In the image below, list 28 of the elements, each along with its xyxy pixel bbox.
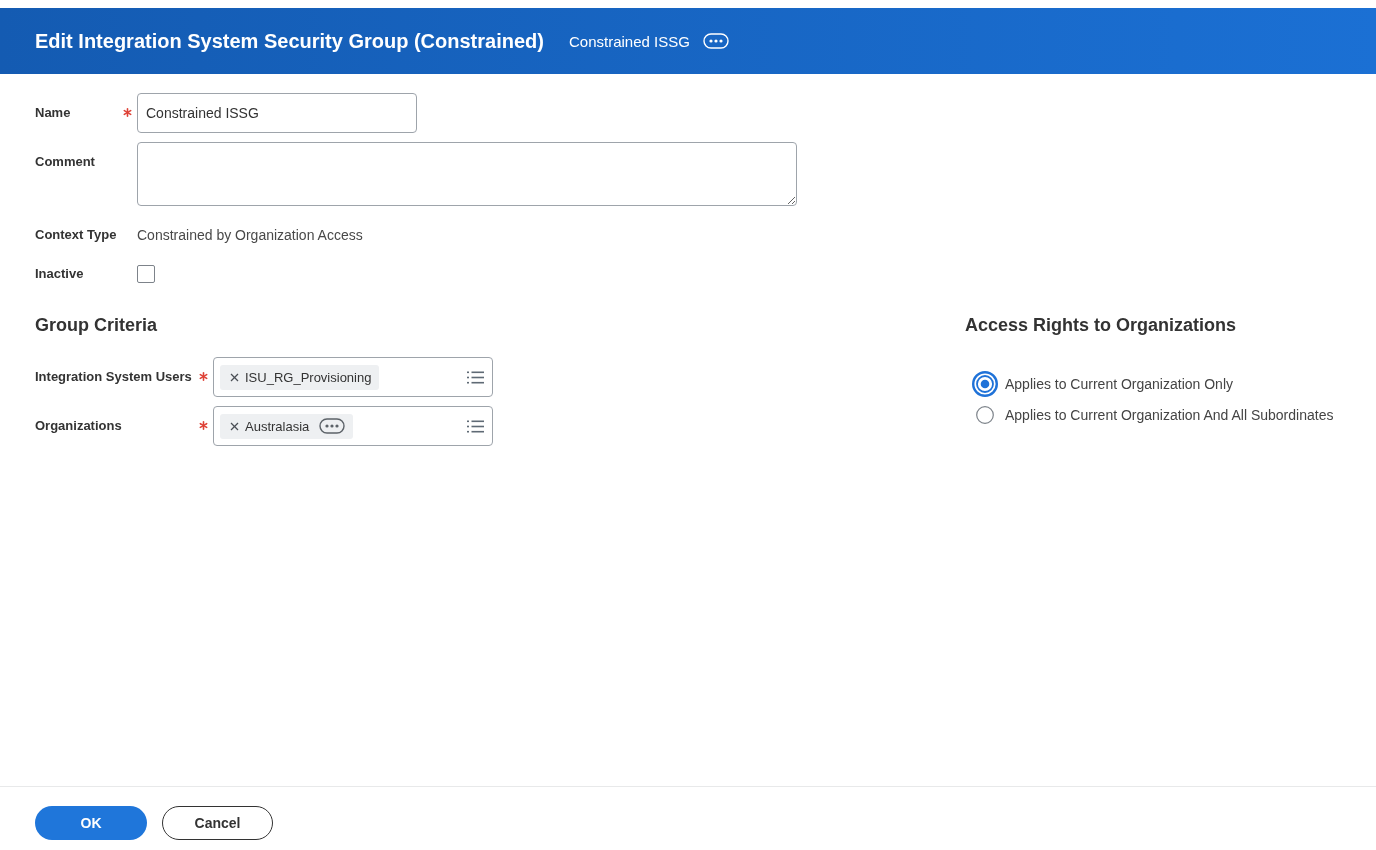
checkbox[interactable] [137,265,155,283]
list-icon[interactable] [467,419,484,433]
multiselect-field[interactable]: ISU_RG_Provisioning [213,357,493,397]
section-title: Group Criteria [35,314,159,336]
remove-icon[interactable] [230,421,239,431]
field-label: Context Type [35,226,118,244]
text-input-field[interactable]: Constrained ISSG [137,93,417,133]
field-label: Name [35,104,72,122]
selected-item-chip[interactable]: Australasia [220,413,354,439]
field-value: Constrained by Organization Access [137,226,363,245]
field-label: Comment [35,153,96,171]
field-label: Organizations [35,417,123,435]
primary-button[interactable]: OK [35,806,147,840]
selected-item-chip[interactable]: ISU_RG_Provisioning [220,364,380,390]
field-label: Inactive [35,265,85,283]
section-title: Access Rights to Organizations [965,314,1238,336]
radio-button[interactable] [972,371,998,397]
page-title: Edit Integration System Security Group (Constrained) [35,29,544,53]
record-name: Constrained ISSG [568,32,690,50]
ellipsis-icon[interactable] [319,418,346,434]
secondary-button[interactable]: Cancel [162,806,273,840]
remove-icon[interactable] [230,372,239,382]
multiselect-field[interactable]: Australasia [213,406,493,446]
field-label: Integration System Users [35,368,193,386]
radio-label[interactable]: Applies to Current Organization And All Subordinates [1005,407,1334,423]
radio-label[interactable]: Applies to Current Organization Only [1005,376,1233,392]
radio-button[interactable] [976,406,994,424]
list-icon[interactable] [467,370,484,384]
